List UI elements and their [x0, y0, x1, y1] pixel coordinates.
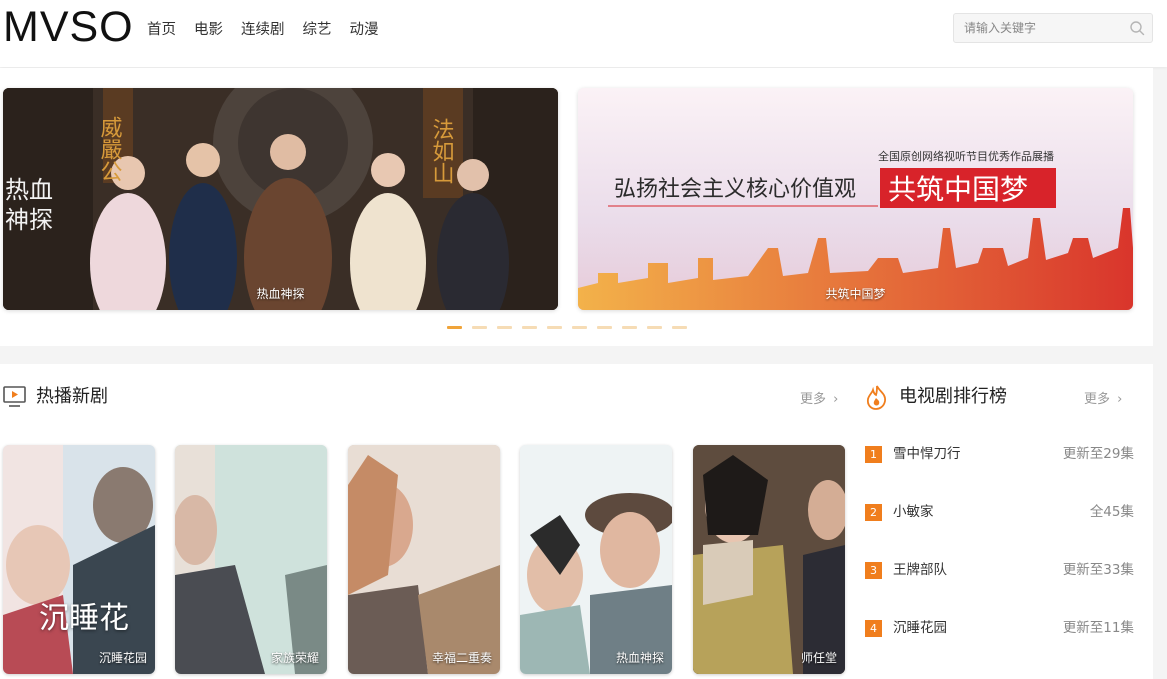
card-poster-text: 沉睡花 [39, 601, 129, 636]
carousel-dot[interactable] [622, 326, 637, 329]
search-icon[interactable] [1129, 20, 1145, 36]
drama-card[interactable]: 师任堂 [693, 445, 845, 674]
rank-status: 全45集 [1089, 504, 1134, 520]
drama-card-caption: 家族荣耀 [270, 651, 319, 665]
banner-subtitle: 全国原创网络视听节目优秀作品展播 [878, 149, 1054, 163]
drama-card-image [520, 445, 672, 674]
ranking-list: 1 雪中悍刀行 更新至29集 2 小敏家 全45集 3 王牌部队 更新至33集 … [864, 444, 1134, 676]
banner-slide-1-caption: 热血神探 [256, 287, 305, 301]
drama-card[interactable]: 沉睡花 沉睡花园 [3, 445, 155, 674]
banner-slide-1[interactable]: 威嚴公 热血 神探 法如山 热血神探 [3, 88, 558, 310]
drama-card[interactable]: 热血神探 [520, 445, 672, 674]
drama-card-caption: 沉睡花园 [98, 651, 147, 665]
chevron-right-icon: › [833, 392, 839, 407]
carousel-dot[interactable] [647, 326, 662, 329]
ranking-item[interactable]: 3 王牌部队 更新至33集 [864, 560, 1134, 618]
carousel-dot[interactable] [597, 326, 612, 329]
rank-number: 3 [865, 562, 882, 579]
fire-icon [866, 385, 886, 410]
rank-status: 更新至11集 [1062, 620, 1134, 636]
rank-title[interactable]: 王牌部队 [893, 560, 947, 580]
ranking-item[interactable]: 1 雪中悍刀行 更新至29集 [864, 444, 1134, 502]
carousel-dot[interactable] [472, 326, 487, 329]
nav-movies[interactable]: 电影 [194, 18, 223, 42]
search-box [953, 13, 1153, 43]
hot-new-header: 热播新剧 更多 › [3, 382, 843, 412]
banner-slide-2-caption: 共筑中国梦 [825, 287, 886, 301]
nav-anime[interactable]: 动漫 [350, 18, 379, 42]
poster-text: 威嚴公 [97, 116, 123, 182]
search-input[interactable] [954, 14, 1124, 42]
banner-slide-2[interactable]: 全国原创网络视听节目优秀作品展播 弘扬社会主义核心价值观 共筑中国梦 共筑中国梦 [578, 88, 1133, 310]
hot-new-title: 热播新剧 [36, 386, 108, 407]
more-label: 更多 [800, 392, 827, 407]
banner-slide-2-image: 全国原创网络视听节目优秀作品展播 弘扬社会主义核心价值观 共筑中国梦 [578, 88, 1133, 310]
rank-status: 更新至29集 [1062, 446, 1134, 462]
ranking-title: 电视剧排行榜 [899, 386, 1007, 407]
rank-number: 4 [865, 620, 882, 637]
banner-carousel: 威嚴公 热血 神探 法如山 热血神探 全国原创网络视听节目优秀作品展播 弘扬社会… [0, 68, 1153, 346]
content-section: 热播新剧 更多 › 沉睡花 沉睡花园 家族荣耀 幸福二重奏 热血神探 师任堂 电… [0, 364, 1153, 679]
carousel-dot[interactable] [497, 326, 512, 329]
site-logo[interactable]: MVSO [3, 1, 134, 53]
banner-highlight: 共筑中国梦 [888, 173, 1028, 206]
nav-home[interactable]: 首页 [147, 18, 176, 42]
ranking-item[interactable]: 4 沉睡花园 更新至11集 [864, 618, 1134, 676]
chevron-right-icon: › [1117, 392, 1123, 407]
drama-card[interactable]: 家族荣耀 [175, 445, 327, 674]
banner-slogan: 弘扬社会主义核心价值观 [614, 177, 856, 202]
ranking-item[interactable]: 2 小敏家 全45集 [864, 502, 1134, 560]
rank-title[interactable]: 沉睡花园 [893, 618, 947, 638]
drama-card-image [3, 445, 155, 674]
drama-card-caption: 师任堂 [800, 651, 837, 665]
drama-card[interactable]: 幸福二重奏 [348, 445, 500, 674]
rank-number: 1 [865, 446, 882, 463]
ranking-more-link[interactable]: 更多 › [1084, 385, 1122, 415]
tv-icon [3, 386, 26, 407]
carousel-dot[interactable] [522, 326, 537, 329]
drama-card-image [693, 445, 845, 674]
poster-text: 热血 [5, 176, 53, 204]
nav-series[interactable]: 连续剧 [241, 18, 285, 42]
main-nav: 首页 电影 连续剧 综艺 动漫 [147, 18, 397, 42]
drama-card-caption: 幸福二重奏 [431, 651, 492, 665]
rank-number: 2 [865, 504, 882, 521]
drama-card-caption: 热血神探 [615, 651, 664, 665]
rank-title[interactable]: 小敏家 [893, 502, 934, 522]
ranking-header: 电视剧排行榜 更多 › [864, 382, 1134, 412]
carousel-dots [447, 326, 687, 329]
site-header: MVSO 首页 电影 连续剧 综艺 动漫 [0, 0, 1167, 67]
more-label: 更多 [1084, 392, 1111, 407]
poster-text: 法如山 [429, 118, 455, 184]
rank-status: 更新至33集 [1062, 562, 1134, 578]
nav-variety[interactable]: 综艺 [303, 18, 332, 42]
drama-card-image [348, 445, 500, 674]
rank-title[interactable]: 雪中悍刀行 [893, 444, 961, 464]
carousel-dot[interactable] [572, 326, 587, 329]
poster-text: 神探 [5, 206, 53, 234]
hot-new-more-link[interactable]: 更多 › [800, 385, 838, 415]
banner-slide-1-image: 威嚴公 热血 神探 法如山 [3, 88, 558, 310]
carousel-dot[interactable] [547, 326, 562, 329]
carousel-dot[interactable] [672, 326, 687, 329]
carousel-dot[interactable] [447, 326, 462, 329]
drama-card-image [175, 445, 327, 674]
